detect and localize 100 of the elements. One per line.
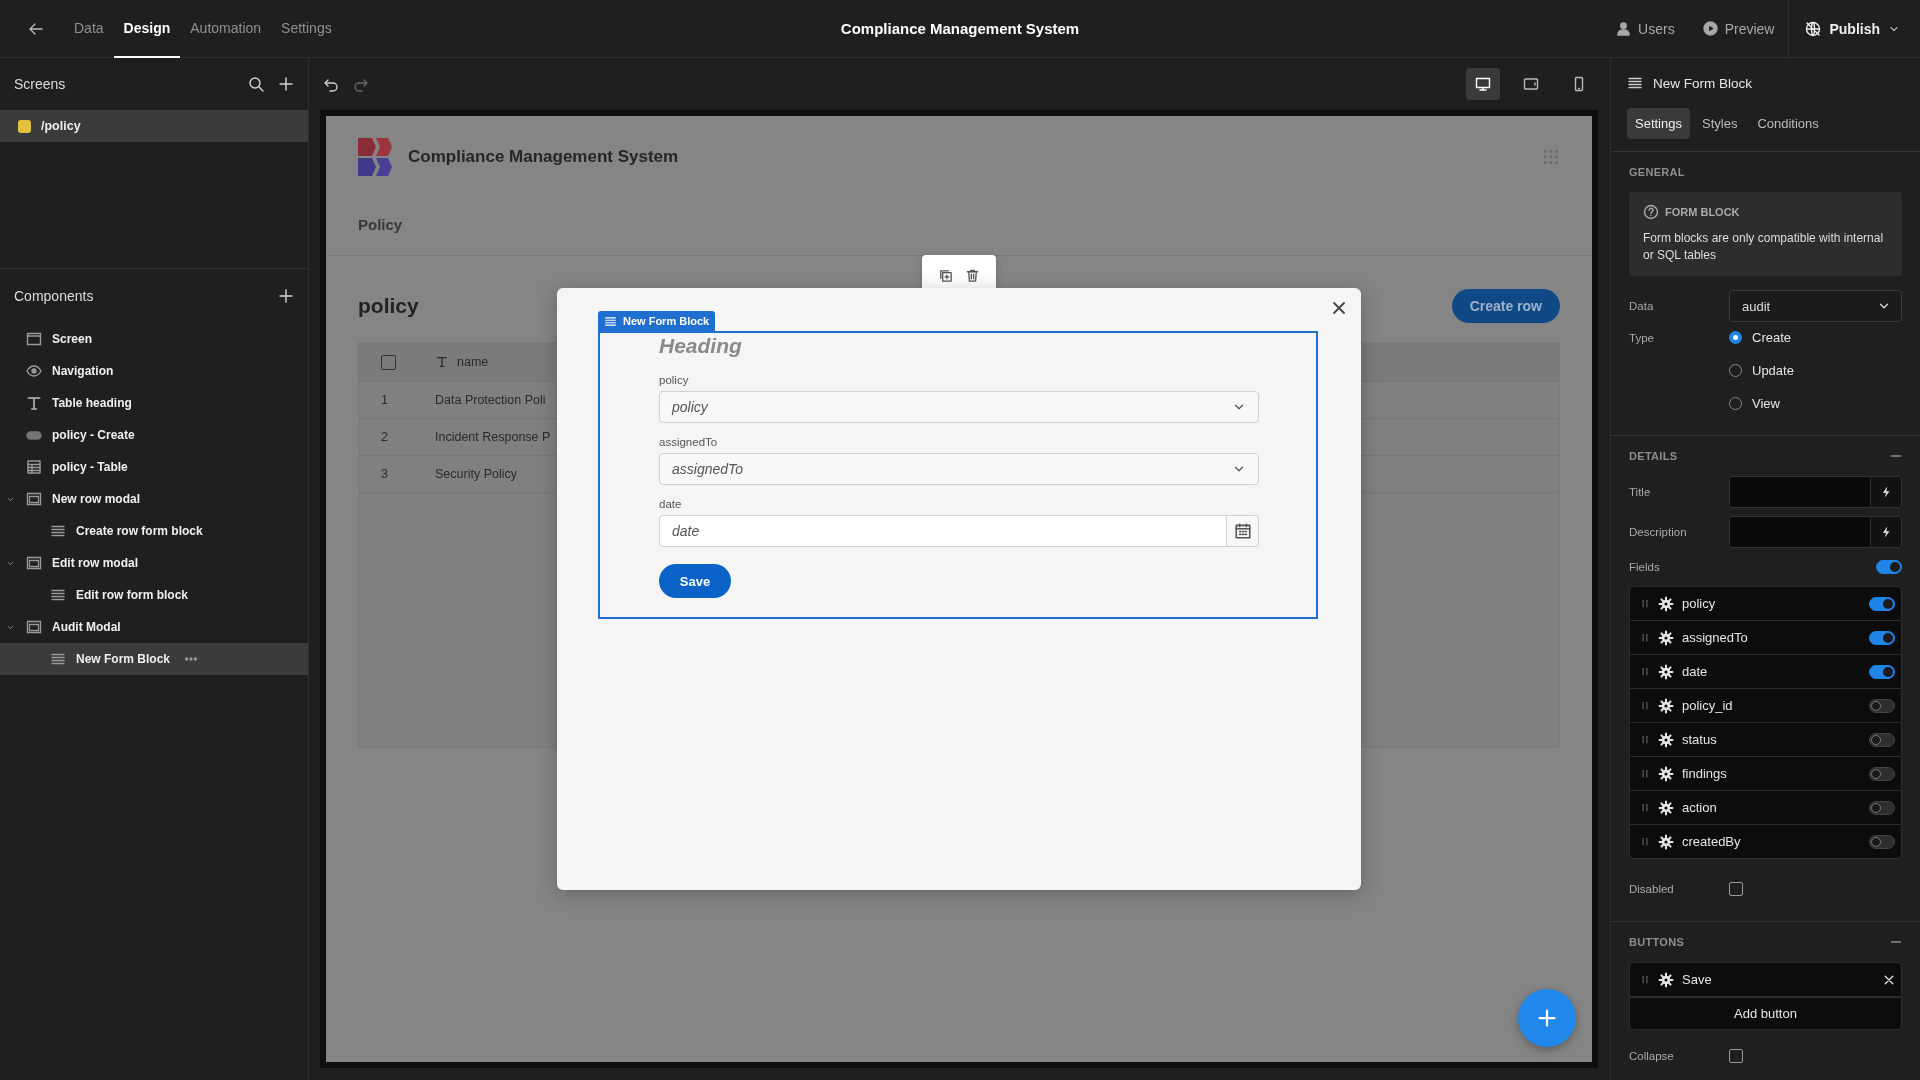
field-name: policy (1682, 596, 1717, 611)
drag-handle-icon (1640, 632, 1650, 643)
gear-icon (1658, 799, 1674, 816)
toggle-switch[interactable] (1869, 732, 1895, 747)
nav-tab[interactable]: Data (64, 0, 114, 58)
row-number: 2 (380, 430, 389, 444)
add-button[interactable]: Add button (1630, 997, 1901, 1029)
save-button[interactable]: Save (659, 564, 731, 598)
form-icon (1627, 75, 1643, 91)
users-button[interactable]: Users (1602, 20, 1689, 37)
toggle-switch[interactable] (1869, 596, 1895, 611)
radio-option[interactable]: Update (1729, 363, 1794, 378)
close-button[interactable] (1331, 300, 1347, 316)
route-item[interactable]: /policy (0, 110, 308, 142)
drag-handle-icon (1640, 700, 1650, 711)
page-heading: policy (358, 294, 419, 318)
gear-icon (1658, 971, 1674, 988)
eye-icon (26, 363, 42, 379)
select-field[interactable]: assignedTo (659, 453, 1259, 485)
field-row[interactable]: findings (1630, 757, 1901, 791)
field-label: Title (1629, 486, 1652, 498)
section-heading: GENERAL (1629, 166, 1685, 178)
gear-icon (1658, 833, 1674, 850)
button-row[interactable]: Save (1630, 963, 1901, 997)
window-icon (26, 331, 42, 347)
tree-item[interactable]: Navigation (0, 355, 308, 387)
data-select[interactable]: audit (1729, 290, 1902, 322)
plus-icon (278, 76, 294, 92)
checkbox[interactable] (1729, 882, 1743, 896)
radio-option[interactable]: View (1729, 396, 1794, 411)
tree-item[interactable]: New row modal (0, 483, 308, 515)
field-row[interactable]: action (1630, 791, 1901, 825)
description-input[interactable] (1729, 516, 1902, 548)
nav-tab[interactable]: Design (113, 0, 181, 58)
section-title: Screens (14, 76, 66, 92)
panel-tab[interactable]: Conditions (1749, 108, 1827, 139)
nav-tab[interactable]: Settings (271, 0, 342, 58)
checkbox[interactable] (1729, 1049, 1743, 1063)
modal-icon (26, 491, 42, 507)
toggle-switch[interactable] (1869, 630, 1895, 645)
gear-icon (1658, 731, 1674, 748)
preview-button[interactable]: Preview (1688, 20, 1789, 37)
help-icon (1643, 204, 1659, 220)
tree-item[interactable]: Audit Modal (0, 611, 308, 643)
tree-item[interactable]: Create row form block (0, 515, 308, 547)
create-row-button[interactable]: Create row (1451, 289, 1560, 323)
tree-item[interactable]: Screen (0, 323, 308, 355)
gear-icon (1658, 595, 1674, 612)
title-input[interactable] (1729, 476, 1902, 508)
text-icon (26, 395, 42, 411)
form-icon (604, 314, 617, 328)
person-icon (1616, 21, 1632, 36)
toggle-switch[interactable] (1869, 800, 1895, 815)
panel-tab[interactable]: Styles (1694, 108, 1746, 139)
drag-handle-icon (1640, 598, 1650, 609)
nav-tab[interactable]: Automation (180, 0, 272, 58)
field-row[interactable]: createdBy (1630, 825, 1901, 858)
search-icon (248, 76, 264, 92)
modal-icon (26, 555, 42, 571)
row-number: 1 (380, 393, 389, 407)
drag-handle-icon (1640, 802, 1650, 813)
field-name: policy_id (1682, 698, 1734, 713)
apps-grid-icon (1542, 148, 1560, 166)
radio-option[interactable]: Create (1729, 330, 1794, 345)
plus-icon (278, 288, 294, 304)
tree-item[interactable]: Edit row modal (0, 547, 308, 579)
field-name: assignedTo (1682, 630, 1749, 645)
select-all-checkbox[interactable] (381, 354, 396, 370)
date-field[interactable]: date (659, 515, 1227, 547)
toggle-switch[interactable] (1876, 560, 1902, 574)
drag-handle-icon (1640, 768, 1650, 779)
select-field[interactable]: policy (659, 391, 1259, 423)
calendar-button[interactable] (1227, 515, 1259, 547)
tree-item[interactable]: policy - Create (0, 419, 308, 451)
section-title: Components (14, 288, 94, 304)
tree-item[interactable]: New Form Block (0, 643, 308, 675)
toggle-switch[interactable] (1869, 834, 1895, 849)
drag-handle-icon (1640, 666, 1650, 677)
panel-tab[interactable]: Settings (1627, 108, 1690, 139)
toggle-switch[interactable] (1869, 766, 1895, 781)
toggle-switch[interactable] (1869, 698, 1895, 713)
info-title: FORM BLOCK (1665, 206, 1740, 218)
toggle-switch[interactable] (1869, 664, 1895, 679)
tree-item[interactable]: policy - Table (0, 451, 308, 483)
field-row[interactable]: policy_id (1630, 689, 1901, 723)
publish-button[interactable]: Publish (1788, 0, 1920, 57)
field-name: status (1682, 732, 1718, 747)
field-row[interactable]: assignedTo (1630, 621, 1901, 655)
tree-item[interactable]: Edit row form block (0, 579, 308, 611)
field-label: Data (1629, 300, 1655, 312)
gear-icon (1658, 663, 1674, 680)
field-row[interactable]: date (1630, 655, 1901, 689)
radio-button[interactable] (1729, 331, 1742, 344)
device-button[interactable] (1466, 68, 1500, 100)
field-row[interactable]: policy (1630, 587, 1901, 621)
field-row[interactable]: status (1630, 723, 1901, 757)
field-name: createdBy (1682, 834, 1742, 849)
tree-item[interactable]: Table heading (0, 387, 308, 419)
drag-handle-icon (1640, 836, 1650, 847)
field-label: Fields (1629, 561, 1661, 573)
